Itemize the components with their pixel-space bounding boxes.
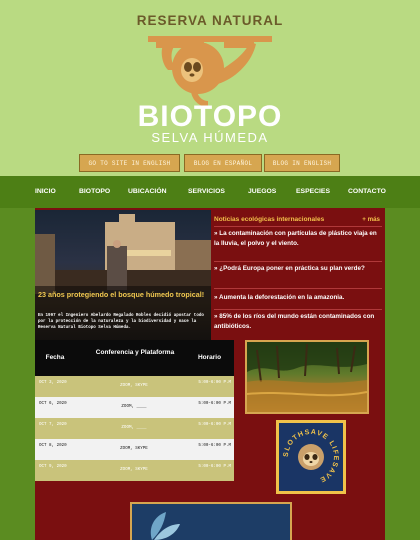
nav-item-servicios[interactable]: SERVICIOS [188, 188, 225, 195]
cell-horario: 5:00-6:00 P.M [198, 423, 231, 427]
table-header: Fecha Conferencia y Plataforma Horario [35, 340, 234, 376]
cell-plataforma: ZOOM, SKYPE [120, 468, 148, 472]
nav-item-inicio[interactable]: INICIO [35, 188, 56, 195]
news-item[interactable]: » La contaminación con partículas de plá… [214, 229, 380, 249]
nav-item-juegos[interactable]: JUEGOS [248, 188, 276, 195]
sloth-save-badge[interactable]: SLOTHSAVE LIFESAVE [276, 420, 346, 494]
main-area: 23 años protegiendo el bosque húmedo tro… [0, 208, 420, 540]
cell-fecha: OCT 6, 2020 [39, 402, 67, 406]
news-more-link[interactable]: + más [362, 216, 380, 223]
news-divider [214, 226, 382, 227]
news-title: Noticias ecológicas internacionales [214, 216, 325, 223]
news-item[interactable]: » Aumenta la deforestación en la amazoni… [214, 293, 380, 303]
cell-horario: 5:00-6:00 P.M [198, 381, 231, 385]
hero-image: 23 años protegiendo el bosque húmedo tro… [35, 210, 211, 342]
brand-title: BIOTOPO [137, 100, 283, 133]
table-row: OCT 6, 2020 ZOOM, ____ 5:00-6:00 P.M [35, 397, 234, 418]
column-header-horario: Horario [197, 354, 222, 361]
news-divider [214, 288, 382, 289]
cell-fecha: OCT 7, 2020 [39, 423, 67, 427]
nav-item-biotopo[interactable]: BIOTOPO [79, 188, 110, 195]
cell-plataforma: ZOOM, SKYPE [120, 384, 148, 388]
leaf-logo-icon [150, 512, 180, 540]
table-row: OCT 3, 2020 ZOOM, SKYPE 5:00-6:00 P.M [35, 376, 234, 397]
cell-fecha: OCT 9, 2020 [39, 465, 67, 469]
hero-title: 23 años protegiendo el bosque húmedo tro… [38, 290, 205, 299]
news-divider [214, 309, 382, 310]
badge-inner: SLOTHSAVE LIFESAVE [279, 423, 343, 491]
cell-fecha: OCT 8, 2020 [39, 444, 67, 448]
partner-card[interactable] [130, 502, 292, 540]
nav-item-especies[interactable]: ESPECIES [296, 188, 330, 195]
cell-plataforma: ZOOM, ____ [121, 426, 147, 430]
forest-scene-icon [247, 342, 367, 412]
main-nav: INICIO BIOTOPO UBICACIÓN SERVICIOS JUEGO… [0, 176, 420, 208]
column-header-fecha: Fecha [45, 354, 65, 361]
hero-text: En 1997 el Ingeniero Abelardo Regalado R… [38, 314, 204, 330]
english-blog-button[interactable]: BLOG IN ENGLISH [264, 154, 340, 172]
cell-horario: 5:00-6:00 P.M [198, 444, 231, 448]
cell-plataforma: ZOOM, ____ [121, 405, 147, 409]
cell-fecha: OCT 3, 2020 [39, 381, 67, 385]
nav-item-contacto[interactable]: CONTACTO [348, 188, 386, 195]
news-divider [214, 261, 382, 262]
forest-river-image[interactable] [245, 340, 369, 414]
table-row: OCT 8, 2020 ZOOM, SKYPE 5:00-6:00 P.M [35, 439, 234, 460]
site-header: RESERVA NATURAL BIOTOPO SELVA HÚMEDA GO … [0, 0, 420, 176]
table-row: OCT 9, 2020 ZOOM, SKYPE 5:00-6:00 P.M [35, 460, 234, 481]
sloth-face-icon: SLOTHSAVE LIFESAVE [283, 429, 338, 483]
news-item[interactable]: » ¿Podrá Europa poner en práctica su pla… [214, 264, 380, 274]
english-site-button[interactable]: GO TO SITE IN ENGLISH [79, 154, 180, 172]
nav-item-ubicacion[interactable]: UBICACIÓN [128, 188, 167, 195]
sloth-logo-icon[interactable] [148, 26, 272, 108]
cell-horario: 5:00-6:00 P.M [198, 465, 231, 469]
spanish-blog-button[interactable]: BLOG EN ESPAÑOL [184, 154, 262, 172]
cell-plataforma: ZOOM, SKYPE [120, 447, 148, 451]
table-row: OCT 7, 2020 ZOOM, ____ 5:00-6:00 P.M [35, 418, 234, 439]
cell-horario: 5:00-6:00 P.M [198, 402, 231, 406]
brand-subtitle: SELVA HÚMEDA [151, 130, 269, 145]
news-header: Noticias ecológicas internacionales + má… [214, 214, 384, 226]
news-item[interactable]: » 85% de los ríos del mundo están contam… [214, 312, 380, 332]
column-header-conferencia: Conferencia y Plataforma [95, 349, 175, 356]
